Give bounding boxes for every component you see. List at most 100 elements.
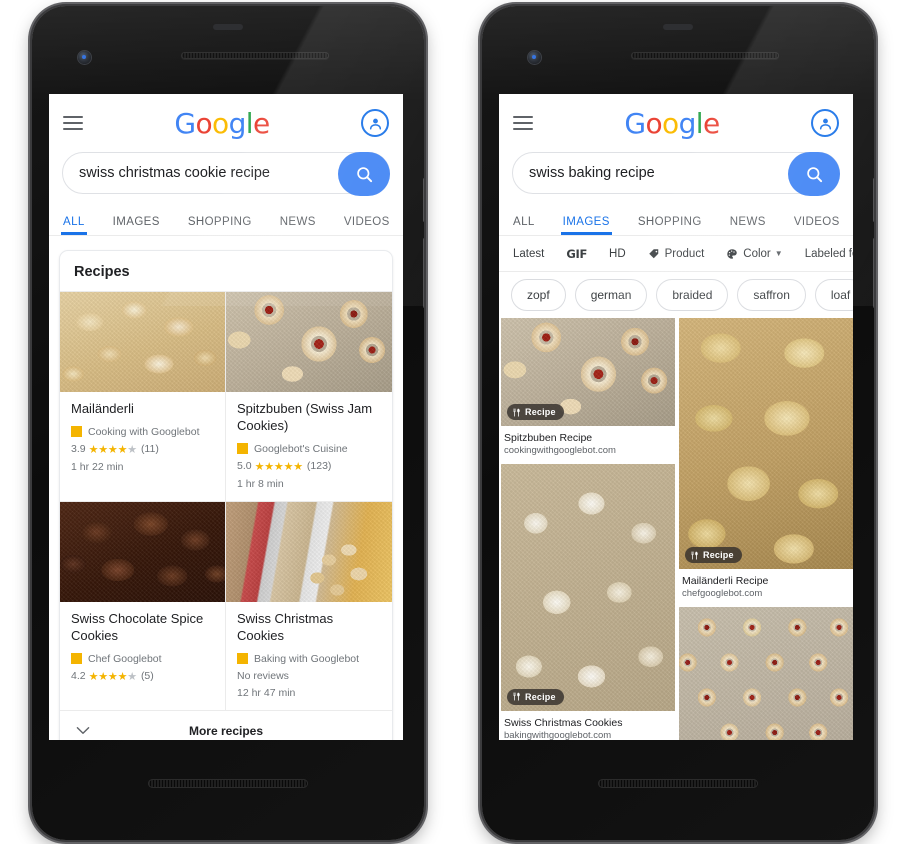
- result-thumbnail[interactable]: [679, 606, 853, 740]
- recipe-details: Spitzbuben (Swiss Jam Cookies) Googlebot…: [226, 392, 392, 501]
- source-favicon-icon: [237, 443, 248, 455]
- phone-device-right: Google swiss baking recipe ALL IMAGES SH…: [482, 6, 874, 840]
- account-circle-icon[interactable]: [811, 109, 839, 137]
- tab-images[interactable]: IMAGES: [560, 216, 612, 235]
- screenshot-stage: Google swiss christmas cookie recipe ALL…: [0, 0, 900, 844]
- status-badge: Recipe: [685, 547, 742, 563]
- earpiece-speaker: [631, 52, 779, 59]
- volume-button[interactable]: [873, 238, 874, 308]
- hamburger-menu-icon[interactable]: [513, 116, 533, 130]
- filter-latest[interactable]: Latest: [513, 248, 544, 260]
- recipe-source-name: Baking with Googlebot: [254, 652, 360, 665]
- search-submit-button[interactable]: [788, 152, 840, 196]
- filter-product[interactable]: Product: [648, 248, 704, 260]
- tab-all[interactable]: ALL: [513, 216, 535, 235]
- tab-news[interactable]: NEWS: [730, 216, 766, 235]
- recipe-card[interactable]: Swiss Chocolate Spice Cookies Chef Googl…: [60, 501, 226, 711]
- recipe-cook-time: 1 hr 22 min: [71, 460, 124, 473]
- proximity-sensor-slit: [663, 24, 693, 30]
- more-recipes-button[interactable]: More recipes: [60, 711, 392, 740]
- filter-labeled-for[interactable]: Labeled for: [805, 248, 853, 260]
- source-favicon-icon: [237, 653, 248, 665]
- search-submit-button[interactable]: [338, 152, 390, 196]
- filter-gif[interactable]: GIF: [566, 247, 587, 261]
- result-url: cookingwithgooglebot.com: [504, 445, 616, 457]
- badge-label: Recipe: [525, 407, 556, 417]
- proximity-sensor-slit: [213, 24, 243, 30]
- search-input[interactable]: swiss christmas cookie recipe: [62, 152, 390, 196]
- phone-screen-right: Google swiss baking recipe ALL IMAGES SH…: [499, 94, 853, 740]
- rating-value: 5.0: [237, 460, 252, 473]
- filter-color[interactable]: Color ▼: [726, 247, 783, 260]
- recipe-thumbnail[interactable]: [60, 501, 225, 602]
- recipe-rating: 3.9 ★★★★★ (11): [71, 443, 214, 456]
- tab-videos[interactable]: VIDEOS: [344, 216, 390, 235]
- price-tag-icon: [648, 248, 660, 260]
- result-url: bakingwithgooglebot.com: [504, 730, 612, 740]
- account-circle-icon[interactable]: [361, 109, 389, 137]
- recipe-details: Swiss Chocolate Spice Cookies Chef Googl…: [60, 602, 225, 699]
- volume-button[interactable]: [423, 238, 424, 308]
- recipe-thumbnail[interactable]: [226, 501, 392, 602]
- search-query-text: swiss christmas cookie recipe: [79, 165, 270, 181]
- chip-zopf[interactable]: zopf: [511, 279, 566, 311]
- no-reviews-label: No reviews: [237, 669, 289, 682]
- image-result[interactable]: Recipe Spitzbuben Recipe cookingwithgoog…: [501, 318, 675, 460]
- chip-german[interactable]: german: [574, 279, 648, 311]
- image-result[interactable]: Recipe Mailänderli Recipe chefgooglebot.…: [679, 318, 853, 603]
- recipe-source: Googlebot's Cuisine: [237, 443, 381, 455]
- recipe-thumbnail[interactable]: [60, 292, 225, 392]
- review-count: (123): [306, 460, 332, 473]
- tab-news[interactable]: NEWS: [280, 216, 316, 235]
- rating-stars: ★★★★★: [88, 443, 138, 456]
- image-result[interactable]: [679, 606, 853, 740]
- tab-shopping[interactable]: SHOPPING: [188, 216, 252, 235]
- chip-saffron[interactable]: saffron: [737, 279, 806, 311]
- image-results-grid: Recipe Spitzbuben Recipe cookingwithgoog…: [499, 318, 853, 740]
- search-query-text: swiss baking recipe: [529, 165, 655, 181]
- recipe-cook-time: 1 hr 8 min: [237, 477, 284, 490]
- bottom-speaker-grille: [598, 779, 758, 788]
- filter-hd[interactable]: HD: [609, 248, 626, 260]
- result-thumbnail[interactable]: Recipe: [501, 318, 675, 426]
- result-caption: Swiss Christmas Cookies bakingwithgoogle…: [501, 711, 675, 740]
- tab-videos[interactable]: VIDEOS: [794, 216, 840, 235]
- badge-label: Recipe: [525, 691, 556, 702]
- image-filter-row: Latest GIF HD Product Color ▼ Labeled fo: [499, 236, 853, 272]
- phone-screen-left: Google swiss christmas cookie recipe ALL…: [49, 94, 403, 740]
- recipe-rating: 4.2 ★★★★★ (5): [71, 670, 214, 683]
- result-thumbnail[interactable]: Recipe: [679, 318, 853, 569]
- search-input[interactable]: swiss baking recipe: [512, 152, 840, 196]
- result-thumbnail[interactable]: Recipe: [501, 463, 675, 711]
- tab-shopping[interactable]: SHOPPING: [638, 216, 702, 235]
- chip-braided[interactable]: braided: [656, 279, 729, 311]
- recipe-details: Mailänderli Cooking with Googlebot 3.9 ★…: [60, 392, 225, 484]
- image-result[interactable]: Recipe Swiss Christmas Cookies bakingwit…: [501, 463, 675, 740]
- hamburger-menu-icon[interactable]: [63, 116, 83, 130]
- recipe-title: Swiss Chocolate Spice Cookies: [71, 610, 204, 643]
- recipe-thumbnail[interactable]: [226, 292, 392, 392]
- rating-value: 4.2: [71, 670, 86, 683]
- tab-all[interactable]: ALL: [61, 216, 87, 235]
- recipe-card[interactable]: Swiss Christmas Cookies Baking with Goog…: [226, 501, 392, 711]
- search-app-header: Google: [499, 94, 853, 152]
- recipes-card-title: Recipes: [60, 251, 392, 292]
- more-recipes-label: More recipes: [188, 723, 264, 738]
- rating-stars: ★★★★★: [88, 670, 138, 683]
- recipe-source: Chef Googlebot: [71, 653, 214, 665]
- recipe-card[interactable]: Mailänderli Cooking with Googlebot 3.9 ★…: [60, 292, 226, 502]
- power-button[interactable]: [873, 178, 874, 222]
- chip-loaf[interactable]: loaf: [814, 279, 853, 311]
- tab-images[interactable]: IMAGES: [113, 216, 160, 235]
- status-badge: Recipe: [507, 688, 564, 705]
- search-vertical-tabs: ALL IMAGES SHOPPING NEWS VIDEOS MAPS: [49, 202, 403, 236]
- result-caption: Spitzbuben Recipe cookingwithgooglebot.c…: [501, 426, 675, 460]
- filter-color-label: Color: [743, 247, 771, 260]
- result-title: Swiss Christmas Cookies: [504, 716, 623, 729]
- recipe-title: Swiss Christmas Cookies: [237, 610, 334, 643]
- recipe-card[interactable]: Spitzbuben (Swiss Jam Cookies) Googlebot…: [226, 292, 392, 502]
- power-button[interactable]: [423, 178, 424, 222]
- search-vertical-tabs: ALL IMAGES SHOPPING NEWS VIDEOS MAPS: [499, 202, 853, 236]
- fork-knife-icon: [513, 408, 521, 417]
- result-title: Spitzbuben Recipe: [504, 432, 593, 444]
